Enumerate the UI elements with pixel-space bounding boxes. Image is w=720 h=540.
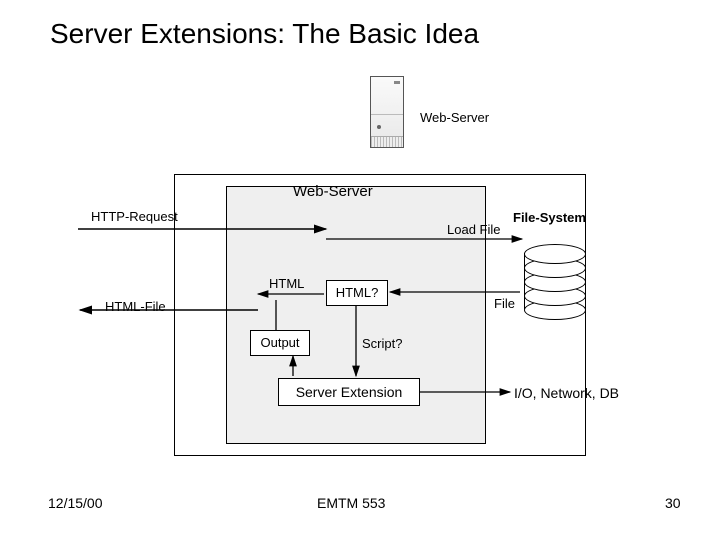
file-label: File <box>494 296 515 311</box>
footer-course: EMTM 553 <box>317 495 385 511</box>
database-stack-icon <box>524 244 584 318</box>
html-file-label: HTML-File <box>105 299 166 314</box>
script-question-label: Script? <box>362 336 402 351</box>
file-system-label: File-System <box>513 210 586 225</box>
load-file-label: Load File <box>447 222 500 237</box>
footer-date: 12/15/00 <box>48 495 103 511</box>
footer-page-number: 30 <box>665 495 681 511</box>
io-network-db-label: I/O, Network, DB <box>514 385 619 401</box>
web-server-label-inner: Web-Server <box>293 183 373 200</box>
output-box: Output <box>250 330 310 356</box>
slide-title: Server Extensions: The Basic Idea <box>50 18 479 50</box>
server-extension-box: Server Extension <box>278 378 420 406</box>
html-question-box: HTML? <box>326 280 388 306</box>
html-label: HTML <box>269 276 304 291</box>
web-server-label-top: Web-Server <box>420 110 489 125</box>
http-request-label: HTTP-Request <box>91 209 178 224</box>
server-tower-icon <box>370 76 404 148</box>
